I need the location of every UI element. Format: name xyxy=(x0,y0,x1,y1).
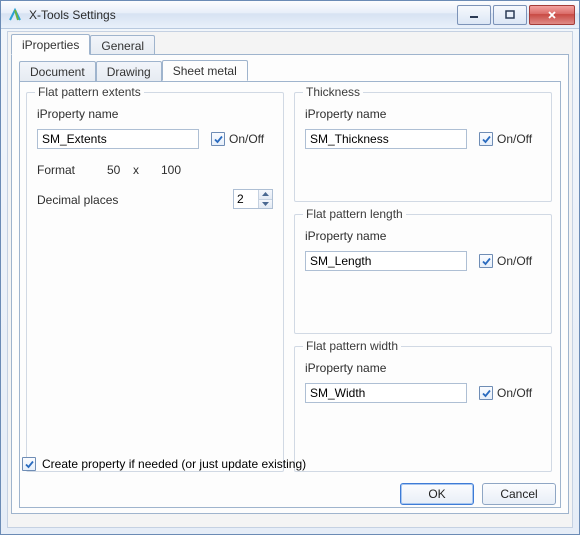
label-format: Format xyxy=(37,163,75,177)
input-extents-propname[interactable] xyxy=(37,129,199,149)
close-button[interactable] xyxy=(529,5,575,25)
checkbox-thickness-onoff[interactable] xyxy=(479,132,493,146)
legend-width: Flat pattern width xyxy=(303,339,401,353)
cancel-button[interactable]: Cancel xyxy=(482,483,556,505)
checkbox-extents-onoff[interactable] xyxy=(211,132,225,146)
spinner-decimal-value[interactable] xyxy=(234,190,258,208)
create-property-row: Create property if needed (or just updat… xyxy=(22,457,306,471)
legend-length: Flat pattern length xyxy=(303,207,406,221)
sub-tabstrip: Document Drawing Sheet metal xyxy=(16,59,564,81)
app-icon xyxy=(7,7,23,23)
ok-button[interactable]: OK xyxy=(400,483,474,505)
window-title: X-Tools Settings xyxy=(29,8,455,22)
minimize-button[interactable] xyxy=(457,5,491,25)
label-width-onoff: On/Off xyxy=(497,386,532,400)
top-tabpanel: Document Drawing Sheet metal Flat patter… xyxy=(11,54,569,514)
titlebar[interactable]: X-Tools Settings xyxy=(1,1,579,29)
window-buttons xyxy=(455,5,575,25)
label-extents-onoff: On/Off xyxy=(229,132,264,146)
label-decimal-places: Decimal places xyxy=(37,193,118,207)
label-extents-propname: iProperty name xyxy=(37,107,118,121)
legend-extents: Flat pattern extents xyxy=(35,85,144,99)
input-length-propname[interactable] xyxy=(305,251,467,271)
client-area: iProperties General Document Drawing She… xyxy=(7,31,573,528)
spinner-decimal-places[interactable] xyxy=(233,189,273,209)
label-width-propname: iProperty name xyxy=(305,361,386,375)
legend-thickness: Thickness xyxy=(303,85,363,99)
checkbox-create-property[interactable] xyxy=(22,457,36,471)
bottom-bar: Create property if needed (or just updat… xyxy=(12,449,568,513)
label-thickness-propname: iProperty name xyxy=(305,107,386,121)
maximize-button[interactable] xyxy=(493,5,527,25)
format-a: 50 xyxy=(107,163,120,177)
checkbox-width-onoff[interactable] xyxy=(479,386,493,400)
spinner-down[interactable] xyxy=(259,200,272,209)
tab-document[interactable]: Document xyxy=(19,61,96,81)
checkbox-length-onoff[interactable] xyxy=(479,254,493,268)
sub-tabpanel: Flat pattern extents iProperty name On/O… xyxy=(19,81,561,508)
top-tabstrip: iProperties General xyxy=(8,33,572,55)
button-row: OK Cancel xyxy=(400,483,556,505)
format-x: x xyxy=(133,163,139,177)
label-length-propname: iProperty name xyxy=(305,229,386,243)
format-b: 100 xyxy=(161,163,181,177)
label-thickness-onoff: On/Off xyxy=(497,132,532,146)
tab-iproperties[interactable]: iProperties xyxy=(11,34,90,55)
input-thickness-propname[interactable] xyxy=(305,129,467,149)
group-extents: Flat pattern extents iProperty name On/O… xyxy=(26,92,284,472)
window-frame: X-Tools Settings iProperties General Doc… xyxy=(0,0,580,535)
spinner-up[interactable] xyxy=(259,190,272,200)
label-create-property: Create property if needed (or just updat… xyxy=(42,457,306,471)
group-thickness: Thickness iProperty name On/Off xyxy=(294,92,552,202)
group-length: Flat pattern length iProperty name On/Of… xyxy=(294,214,552,334)
tab-drawing[interactable]: Drawing xyxy=(96,61,162,81)
label-length-onoff: On/Off xyxy=(497,254,532,268)
tab-sheet-metal[interactable]: Sheet metal xyxy=(162,60,248,81)
tab-general[interactable]: General xyxy=(90,35,155,55)
input-width-propname[interactable] xyxy=(305,383,467,403)
